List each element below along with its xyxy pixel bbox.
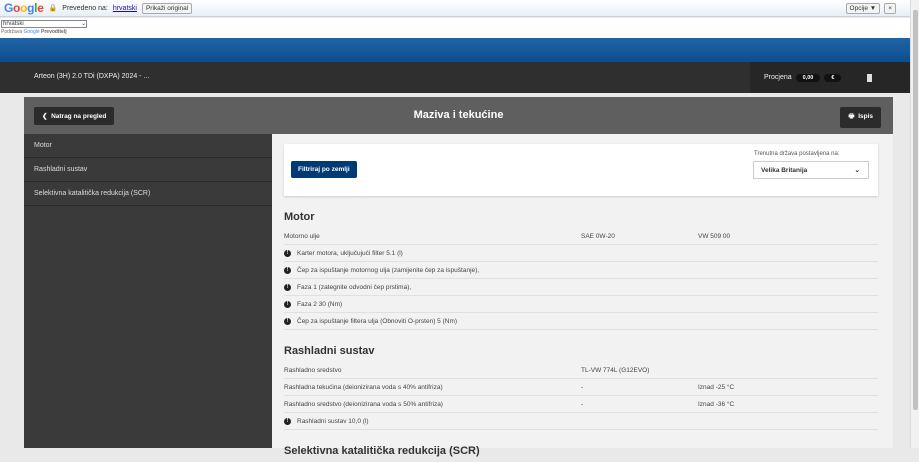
row-label: Rashladno sredstvo [284,366,342,374]
note-text: Rashladni sustav 10,0 (l) [297,417,369,425]
powered-translate: Prevoditelj [41,29,67,35]
page-header: ❮ Natrag na pregled Maziva i tekućine 🖶 … [24,97,893,134]
row-spec: VW 509 00 [698,232,731,240]
row-label: Rashladno sredstvo (deionizirana voda s … [284,400,443,408]
print-icon: 🖶 [848,113,855,120]
table-row: Motorno ulje SAE 0W-20 VW 509 00 [284,228,878,245]
info-icon: ! [284,249,291,257]
main-content: Filtriraj po zemlji Trenutna država post… [284,144,878,462]
powered-google: Google [23,29,40,35]
powered-by: Podržava Google Prevoditelj [1,29,67,35]
info-icon: ! [284,283,291,291]
table-row: Rashladna tekućina (deionizirana voda s … [284,379,878,396]
row-value: - [581,400,584,408]
section-title: Selektivna katalitička redukcija (SCR) [284,445,480,457]
row-label: Rashladna tekućina (deionizirana voda s … [284,383,443,391]
info-icon: ! [284,417,291,425]
note-row: ! Faza 1 (zategnite odvodni čep prstima), [284,279,878,296]
language-select-row: hrvatski ⌄ Podržava Google Prevoditelj [0,18,910,38]
currency: € [824,73,842,82]
table-row: Rashladno sredstvo TL-VW 774L (G12EVO) [284,362,878,379]
print-label: Ispis [858,113,873,120]
powered-label: Podržava [1,29,23,35]
info-icon: ! [284,300,291,308]
row-value: - [581,383,584,391]
note-row: ! Čep za ispuštanje motornog ulja (zamije… [284,262,878,279]
sidebar-item-cooling[interactable]: Rashladni sustav [24,158,272,182]
scrollbar[interactable] [910,0,919,448]
vehicle-title: Arteon (3H) 2.0 TDi (DXPA) 2024 - ... [34,73,150,80]
print-button[interactable]: 🖶 Ispis [840,107,881,128]
lubricants-panel: ❮ Natrag na pregled Maziva i tekućine 🖶 … [24,97,893,457]
filter-by-country-button[interactable]: Filtriraj po zemlji [291,161,357,178]
scrollbar-thumb[interactable] [913,10,918,410]
info-icon: ! [284,317,291,325]
language-link[interactable]: hrvatski [113,5,137,12]
language-select-value: hrvatski [3,21,24,27]
estimate-label: Procjena [764,74,792,81]
note-text: Čep za ispuštanje filtera ulja (Obnoviti… [297,317,458,325]
vehicle-header: Arteon (3H) 2.0 TDi (DXPA) 2024 - ... Pr… [0,62,910,93]
country-value: Velika Britanija [761,167,808,174]
note-row: ! Čep za ispuštanje filtera ulja (Obnovit… [284,313,878,330]
note-text: Faza 2 30 (Nm) [297,300,343,308]
country-select[interactable]: Velika Britanija ⌄ [753,161,869,179]
filter-box: Filtriraj po zemlji Trenutna država post… [284,144,878,196]
country-label: Trenutna država postavljena na: [754,151,840,157]
row-value: TL-VW 774L (G12EVO) [581,366,650,374]
table-row: Rashladno sredstvo (deionizirana voda s … [284,396,878,413]
translated-to-label: Prevedeno na: [62,4,108,12]
estimate-value: 0,00 [795,73,821,82]
page-title: Maziva i tekućine [413,109,504,121]
document-icon[interactable] [867,73,873,82]
info-icon: ! [284,266,291,274]
row-spec: Iznad -25 °C [698,383,735,391]
google-logo: Google [4,1,44,15]
sidebar-item-scr[interactable]: Selektivna katalitička redukcija (SCR) [24,182,272,206]
lock-icon: 🔒 [48,5,58,12]
brand-band [0,38,910,62]
section-title: Rashladni sustav [284,345,375,357]
row-value: SAE 0W-20 [581,232,615,240]
note-text: Čep za ispuštanje motornog ulja (zamijen… [297,266,480,274]
options-button[interactable]: Opcije ▼ [845,3,881,14]
row-label: Motorno ulje [284,232,320,240]
sidebar-item-motor[interactable]: Motor [24,134,272,158]
note-row: ! Rashladni sustav 10,0 (l) [284,413,878,430]
translate-bar: Google 🔒 Prevedeno na: hrvatski Prikaži … [0,0,910,17]
sidebar: Motor Rashladni sustav Selektivna katali… [24,134,272,448]
close-icon[interactable]: × [884,3,896,14]
note-text: Faza 1 (zategnite odvodni čep prstima), [297,283,412,291]
chevron-down-icon: ⌄ [854,167,860,174]
language-select[interactable]: hrvatski ⌄ [1,20,87,28]
show-original-button[interactable]: Prikaži original [141,2,193,14]
note-row: ! Faza 2 30 (Nm) [284,296,878,313]
row-spec: Iznad -36 °C [698,400,735,408]
note-row: ! Karter motora, uključujući filter 5.1 (… [284,245,878,262]
section-title: Motor [284,211,315,223]
note-text: Karter motora, uključujući filter 5.1 (l… [297,249,403,257]
